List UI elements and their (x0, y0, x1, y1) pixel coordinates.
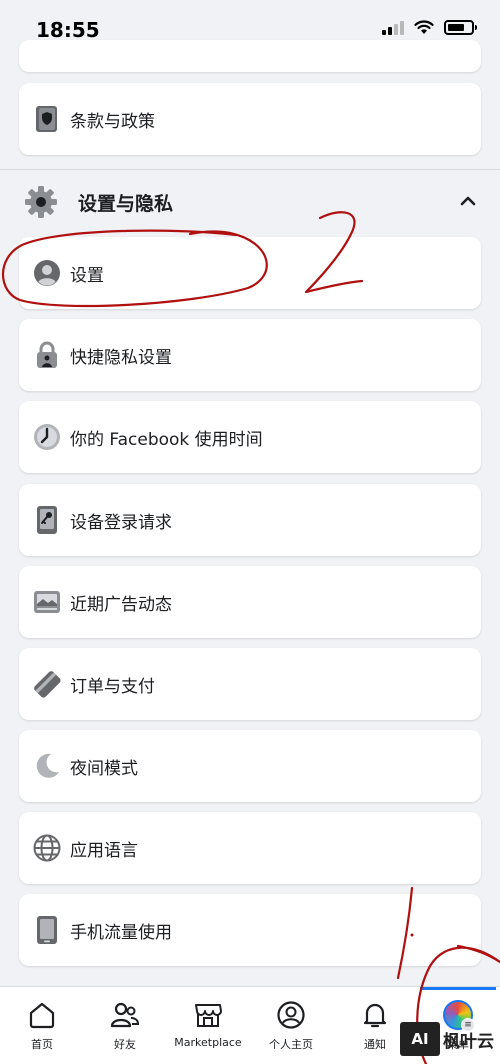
privacy-shortcuts-item[interactable]: 快捷隐私设置 (19, 319, 481, 391)
watermark: AI 枫叶云 (400, 1022, 494, 1056)
dark-mode-item[interactable]: 夜间模式 (19, 730, 481, 802)
phone-key-icon (33, 506, 61, 534)
tab-marketplace-label: Marketplace (174, 1036, 242, 1049)
tab-friends[interactable]: 好友 (83, 987, 167, 1064)
gear-icon (22, 183, 60, 221)
app-language-label: 应用语言 (70, 840, 138, 861)
time-on-facebook-item[interactable]: 你的 Facebook 使用时间 (19, 401, 481, 473)
time-on-facebook-label: 你的 Facebook 使用时间 (70, 429, 263, 450)
cellular-data-item[interactable]: 手机流量使用 (19, 894, 481, 966)
battery-icon (444, 20, 477, 35)
cellular-signal-icon (382, 20, 404, 35)
orders-payments-item[interactable]: 订单与支付 (19, 648, 481, 720)
device-requests-item[interactable]: 设备登录请求 (19, 484, 481, 556)
device-requests-label: 设备登录请求 (70, 512, 172, 533)
tab-profile[interactable]: 个人主页 (249, 987, 333, 1064)
lock-icon (33, 341, 61, 369)
recent-ad-activity-item[interactable]: 近期广告动态 (19, 566, 481, 638)
recent-ad-activity-label: 近期广告动态 (70, 594, 172, 615)
tab-marketplace[interactable]: Marketplace (166, 987, 250, 1064)
privacy-shortcuts-label: 快捷隐私设置 (70, 347, 172, 368)
mobile-phone-icon (33, 916, 61, 944)
settings-label: 设置 (70, 265, 104, 286)
dark-mode-label: 夜间模式 (70, 758, 138, 779)
tab-notifications-label: 通知 (364, 1038, 386, 1051)
policy-book-icon (33, 105, 61, 133)
friends-icon (110, 1000, 140, 1030)
status-time: 18:55 (36, 18, 100, 42)
partial-menu-card (19, 40, 481, 72)
tab-friends-label: 好友 (114, 1038, 136, 1051)
cellular-data-label: 手机流量使用 (70, 922, 172, 943)
settings-item[interactable]: 设置 (19, 237, 481, 309)
app-language-item[interactable]: 应用语言 (19, 812, 481, 884)
wifi-icon (414, 20, 434, 34)
bell-icon (360, 1000, 390, 1030)
chevron-up-icon[interactable] (460, 193, 476, 209)
ad-image-icon (33, 588, 61, 616)
terms-and-policies-label: 条款与政策 (70, 111, 155, 132)
settings-privacy-section-header[interactable]: 设置与隐私 (0, 175, 500, 227)
clock-icon (33, 423, 61, 451)
orders-payments-label: 订单与支付 (70, 676, 155, 697)
user-profile-icon (33, 259, 61, 287)
home-icon (27, 1000, 57, 1030)
credit-card-icon (33, 670, 61, 698)
watermark-text: 枫叶云 (443, 1031, 494, 1052)
status-icons (382, 20, 477, 35)
tab-home-label: 首页 (31, 1038, 53, 1051)
tab-home[interactable]: 首页 (0, 987, 84, 1064)
moon-icon (33, 752, 61, 780)
profile-icon (276, 1000, 306, 1030)
tab-profile-label: 个人主页 (269, 1038, 313, 1051)
storefront-icon (193, 1000, 223, 1030)
watermark-logo: AI (400, 1022, 440, 1056)
terms-and-policies-item[interactable]: 条款与政策 (19, 83, 481, 155)
settings-privacy-title: 设置与隐私 (78, 193, 174, 215)
globe-icon (33, 834, 61, 862)
section-divider (0, 169, 500, 170)
